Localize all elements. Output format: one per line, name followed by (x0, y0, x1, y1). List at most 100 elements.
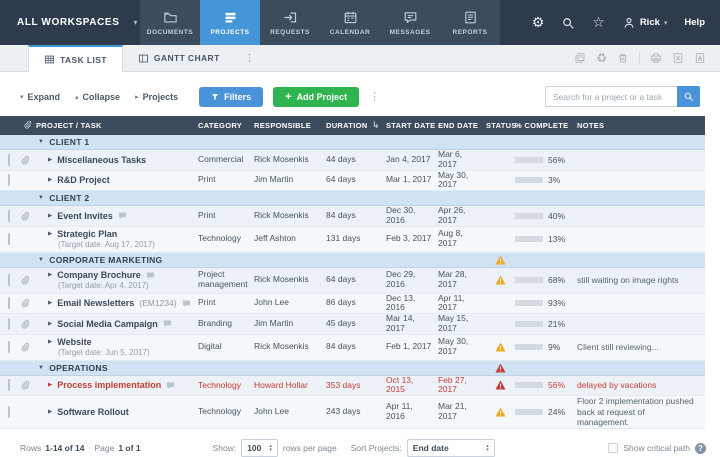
col-category[interactable]: CATEGORY (198, 121, 254, 130)
expand-arrow-icon[interactable]: ▶ (48, 321, 52, 327)
add-project-button[interactable]: + Add Project (273, 87, 359, 107)
expand-arrow-icon[interactable]: ▶ (48, 272, 52, 278)
gear-icon[interactable]: ⚙ (532, 14, 545, 31)
collapse-arrow-icon[interactable]: ▼ (38, 365, 44, 371)
nav-item-documents[interactable]: DOCUMENTS (140, 0, 200, 45)
row-checkbox[interactable] (8, 174, 10, 186)
paperclip-icon (20, 298, 30, 308)
attachment-cell (20, 380, 36, 390)
task-name[interactable]: Process implementation (57, 380, 161, 390)
task-row[interactable]: ▶ Event Invites Print Rick Mosenkis 84 d… (0, 206, 705, 227)
start-date-cell: Jan 4, 2017 (386, 155, 438, 165)
group-row[interactable]: ▼ CLIENT 2 (0, 191, 705, 206)
task-row[interactable]: ▶ Company Brochure (Target date: Apr 4, … (0, 268, 705, 294)
nav-item-calendar[interactable]: CALENDAR (320, 0, 380, 45)
comment-bubble-icon[interactable] (166, 381, 175, 390)
comment-bubble-icon[interactable] (182, 299, 191, 308)
nav-label: PROJECTS (210, 29, 249, 36)
tab-gantt-chart[interactable]: GANTT CHART (123, 45, 235, 71)
search-input[interactable] (545, 86, 677, 107)
task-row[interactable]: ▶ Miscellaneous Tasks Commercial Rick Mo… (0, 150, 705, 171)
filters-button[interactable]: Filters (199, 87, 263, 107)
task-name[interactable]: Strategic Plan (57, 229, 117, 239)
row-checkbox[interactable] (8, 341, 10, 353)
task-row[interactable]: ▶ R&D Project Print Jim Martin 64 days M… (0, 171, 705, 192)
status-cell (486, 380, 515, 390)
task-row[interactable]: ▶ Social Media Campaign Branding Jim Mar… (0, 314, 705, 335)
task-row[interactable]: ▶ Email Newsletters (EM1234) Print John … (0, 294, 705, 315)
expand-arrow-icon[interactable]: ▶ (48, 177, 52, 183)
task-row[interactable]: ▶ Website (Target date: Jun 5, 2017) Dig… (0, 335, 705, 361)
task-row[interactable]: ▶ Software Rollout Technology John Lee 2… (0, 396, 705, 429)
show-critical-path-checkbox[interactable] (608, 443, 618, 453)
workspace-selector[interactable]: ALL WORKSPACES ▾ (0, 0, 140, 45)
nav-item-reports[interactable]: REPORTS (440, 0, 500, 45)
help-link[interactable]: Help (684, 17, 705, 28)
task-row[interactable]: ▶ Strategic Plan (Target date: Aug 17, 2… (0, 227, 705, 253)
trash-icon[interactable] (617, 52, 629, 64)
rows-per-page-select[interactable]: 100 ▴▾ (241, 439, 278, 457)
collapse-link[interactable]: ▴ Collapse (75, 92, 120, 102)
col-start-date[interactable]: START DATE (386, 121, 438, 130)
star-icon[interactable]: ☆ (592, 14, 605, 31)
help-question-icon[interactable]: ? (695, 443, 706, 454)
task-name[interactable]: Social Media Campaign (57, 319, 158, 329)
sort-projects-select[interactable]: End date ▴▾ (407, 439, 495, 457)
row-checkbox[interactable] (8, 318, 10, 330)
comment-bubble-icon[interactable] (118, 211, 127, 220)
row-checkbox[interactable] (8, 210, 10, 222)
expand-arrow-icon[interactable]: ▶ (48, 157, 52, 163)
expand-link[interactable]: ▾ Expand (20, 92, 60, 102)
comment-bubble-icon[interactable] (163, 319, 172, 328)
pdf-export-icon[interactable] (694, 52, 706, 64)
col-complete[interactable]: % COMPLETE (515, 121, 577, 130)
tab-task-list[interactable]: TASK LIST (28, 45, 123, 72)
task-name[interactable]: Software Rollout (57, 407, 129, 417)
task-name[interactable]: Event Invites (57, 211, 113, 221)
excel-export-icon[interactable] (672, 52, 684, 64)
task-name[interactable]: Website (57, 337, 91, 347)
copy-icon[interactable] (574, 52, 586, 64)
collapse-arrow-icon[interactable]: ▼ (38, 195, 44, 201)
toolbar-overflow-menu[interactable]: ⋮ (369, 90, 380, 103)
tab-overflow-menu[interactable]: ⋮ (235, 45, 265, 71)
row-checkbox[interactable] (8, 406, 10, 418)
col-status[interactable]: STATUS (486, 121, 515, 130)
row-checkbox[interactable] (8, 154, 10, 166)
row-checkbox[interactable] (8, 274, 10, 286)
task-row[interactable]: ▶ Process implementation Technology Howa… (0, 376, 705, 397)
task-name[interactable]: Miscellaneous Tasks (57, 155, 146, 165)
col-duration[interactable]: DURATION (326, 121, 372, 130)
expand-arrow-icon[interactable]: ▶ (48, 300, 52, 306)
task-name[interactable]: R&D Project (57, 175, 110, 185)
nav-item-requests[interactable]: REQUESTS (260, 0, 320, 45)
nav-item-projects[interactable]: PROJECTS (200, 0, 260, 45)
row-checkbox[interactable] (8, 379, 10, 391)
expand-arrow-icon[interactable]: ▶ (48, 382, 52, 388)
group-row[interactable]: ▼ CORPORATE MARKETING (0, 253, 705, 268)
col-project-task[interactable]: PROJECT / TASK (36, 121, 198, 130)
col-responsible[interactable]: RESPONSIBLE (254, 121, 326, 130)
group-row[interactable]: ▼ CLIENT 1 (0, 135, 705, 150)
row-checkbox[interactable] (8, 297, 10, 309)
expand-arrow-icon[interactable]: ▶ (48, 213, 52, 219)
task-name[interactable]: Company Brochure (57, 270, 141, 280)
collapse-arrow-icon[interactable]: ▼ (38, 257, 44, 263)
recycle-icon[interactable]: ♻ (596, 51, 607, 65)
search-icon[interactable] (561, 16, 575, 30)
expand-arrow-icon[interactable]: ▶ (48, 409, 52, 415)
row-checkbox[interactable] (8, 233, 10, 245)
user-menu[interactable]: Rick ▾ (622, 16, 668, 30)
col-notes[interactable]: NOTES (577, 121, 705, 130)
nav-item-messages[interactable]: MESSAGES (380, 0, 440, 45)
print-icon[interactable] (650, 52, 662, 64)
group-row[interactable]: ▼ OPERATIONS (0, 361, 705, 376)
comment-bubble-icon[interactable] (146, 271, 155, 280)
task-name[interactable]: Email Newsletters (57, 298, 134, 308)
expand-arrow-icon[interactable]: ▶ (48, 339, 52, 345)
search-submit-button[interactable] (677, 86, 700, 107)
collapse-arrow-icon[interactable]: ▼ (38, 139, 44, 145)
expand-arrow-icon[interactable]: ▶ (48, 231, 52, 237)
projects-link[interactable]: ▸ Projects (135, 92, 178, 102)
col-end-date[interactable]: END DATE (438, 121, 486, 130)
